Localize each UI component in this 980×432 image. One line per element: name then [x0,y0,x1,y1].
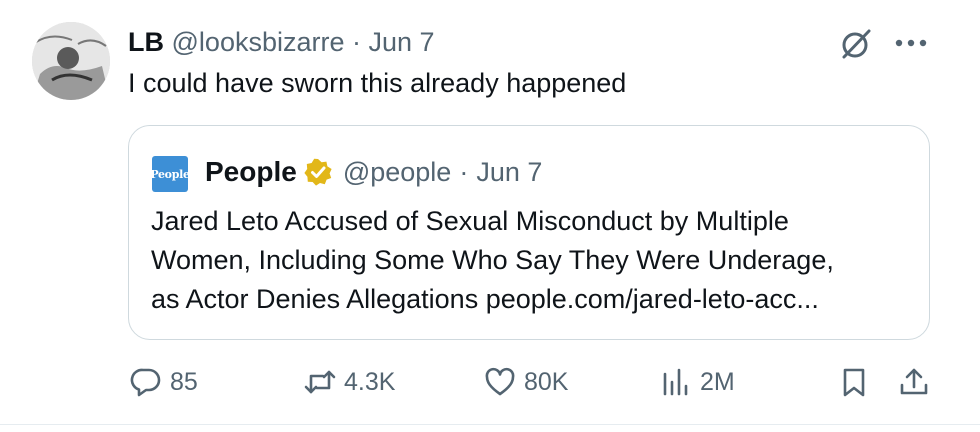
quoted-display-name[interactable]: People [205,155,297,189]
share-button[interactable] [898,362,938,402]
quoted-date[interactable]: Jun 7 [476,155,542,189]
reply-button[interactable]: 85 [130,362,198,402]
reply-count: 85 [170,367,198,396]
like-count: 80K [524,367,569,396]
quoted-text-line: as Actor Denies Allegations people.com/j… [151,284,819,314]
quoted-handle[interactable]: @people [343,155,452,189]
quoted-separator: · [459,157,469,187]
action-bar: 85 4.3K 80K 2M [0,362,980,406]
tweet-header: LB @looksbizarre · Jun 7 [128,26,435,58]
share-icon [900,368,928,395]
bookmark-icon [843,368,865,397]
divider [0,424,980,425]
display-name[interactable]: LB [128,27,164,57]
verified-badge-icon [304,158,332,186]
like-icon [485,367,515,396]
quoted-text: Jared Leto Accused of Sexual Misconduct … [151,202,921,319]
bookmark-button[interactable] [838,362,878,402]
repost-button[interactable]: 4.3K [304,362,395,402]
reply-icon [130,368,161,397]
views-icon [663,368,688,396]
tweet-text: I could have sworn this already happened [128,68,627,98]
quoted-text-line: Women, Including Some Who Say They Were … [151,245,834,275]
repost-count: 4.3K [344,367,396,396]
handle[interactable]: @looksbizarre [172,27,345,57]
repost-icon [304,370,336,394]
more-icon[interactable] [890,28,932,58]
views-count: 2M [700,367,735,396]
separator: · [352,27,361,57]
tweet-date[interactable]: Jun 7 [369,27,435,57]
avatar[interactable] [32,22,110,100]
quoted-header: People @people · Jun 7 [205,155,542,189]
views-button[interactable]: 2M [660,362,735,402]
tweet-card[interactable]: LB @looksbizarre · Jun 7 I could have sw… [0,0,980,432]
grok-icon[interactable] [838,26,874,62]
people-logo[interactable]: People [150,156,190,192]
quoted-tweet[interactable]: People People @people · Jun 7 Jared Leto… [128,125,930,340]
like-button[interactable]: 80K [484,362,568,402]
quoted-text-line: Jared Leto Accused of Sexual Misconduct … [151,206,789,236]
